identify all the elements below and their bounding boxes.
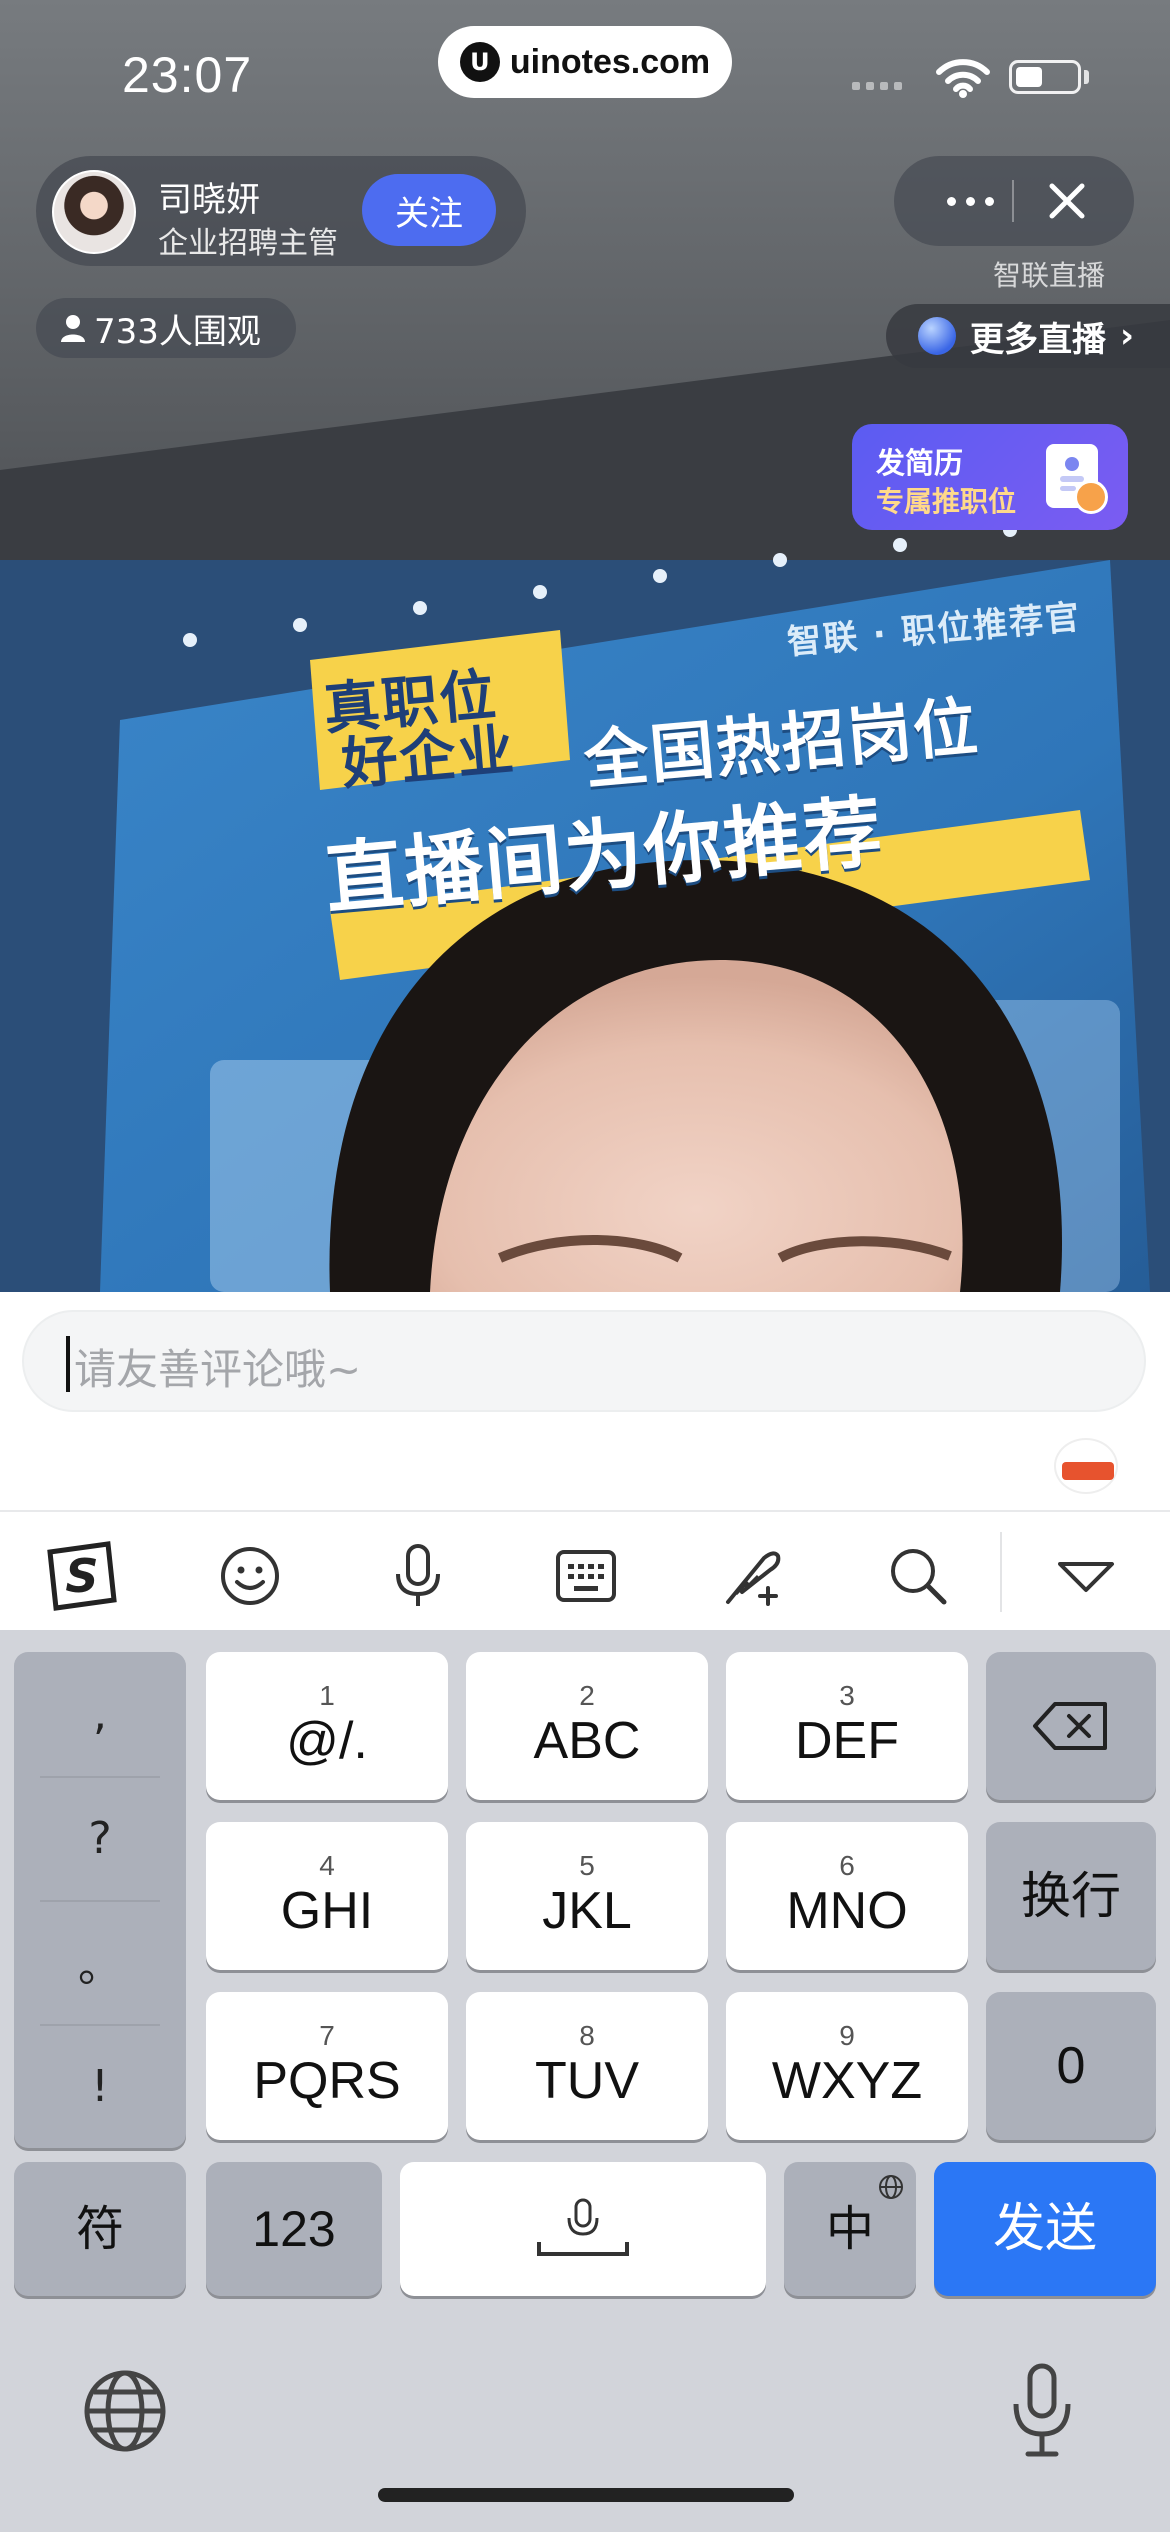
- host-name: 司晓妍: [158, 180, 260, 220]
- status-time: 23:07: [122, 47, 253, 103]
- key-number: 4: [319, 1850, 335, 1881]
- planet-icon: [918, 317, 956, 355]
- backspace-icon: [1033, 1702, 1107, 1750]
- url-pill[interactable]: U uinotes.com: [438, 26, 732, 98]
- newline-key[interactable]: 换行: [986, 1822, 1156, 1970]
- send-label: 发送: [992, 2199, 1097, 2259]
- viewer-count-badge: 733人围观: [36, 298, 296, 358]
- numbers-label: 123: [252, 2201, 336, 2257]
- key-number: 6: [839, 1850, 855, 1881]
- key-7[interactable]: 7 PQRS: [206, 1992, 448, 2140]
- punct-key-comma[interactable]: ,: [14, 1652, 186, 1776]
- more-live-label: 更多直播: [970, 319, 1106, 360]
- punctuation-column: , ? 。 !: [14, 1652, 186, 2148]
- pill-divider: [1012, 180, 1014, 222]
- site-logo-icon: U: [459, 42, 500, 82]
- wifi-icon: [936, 59, 990, 98]
- space-key[interactable]: [400, 2162, 766, 2296]
- ime-toolbar: S: [0, 1510, 1170, 1630]
- comment-input[interactable]: 请友善评论哦~: [22, 1310, 1146, 1412]
- key-label: MNO: [786, 1882, 908, 1940]
- more-live-button[interactable]: 更多直播 ›: [886, 304, 1170, 368]
- key-6[interactable]: 6 MNO: [726, 1822, 968, 1970]
- key-number: 8: [579, 2020, 595, 2051]
- top-control-pill: [894, 156, 1134, 246]
- key-number: 2: [579, 1680, 595, 1711]
- key-number: 1: [319, 1680, 335, 1711]
- comment-placeholder: 请友善评论哦~: [74, 1345, 362, 1394]
- punct-key-period[interactable]: 。: [14, 1900, 186, 2024]
- key-number: 9: [839, 2020, 855, 2051]
- collapse-keyboard-icon[interactable]: [1046, 1536, 1126, 1616]
- key-4[interactable]: 4 GHI: [206, 1822, 448, 1970]
- dictation-microphone-icon[interactable]: [1000, 2360, 1084, 2460]
- url-text: uinotes.com: [509, 42, 711, 81]
- key-0[interactable]: 0: [986, 1992, 1156, 2140]
- key-label: GHI: [280, 1882, 374, 1940]
- small-globe-icon: [879, 2175, 903, 2199]
- key-label: WXYZ: [771, 2052, 923, 2110]
- svg-text:S: S: [65, 1549, 98, 1603]
- microphone-icon[interactable]: [378, 1536, 458, 1616]
- channel-label: 智联直播: [993, 259, 1106, 292]
- host-card[interactable]: 司晓妍 企业招聘主管 关注: [36, 156, 526, 266]
- key-label: @/.: [286, 1712, 368, 1770]
- key-9[interactable]: 9 WXYZ: [726, 1992, 968, 2140]
- key-1[interactable]: 1 @/.: [206, 1652, 448, 1800]
- key-label: ABC: [533, 1712, 641, 1770]
- host-role: 企业招聘主管: [158, 226, 338, 261]
- symbol-label: 符: [75, 2201, 124, 2257]
- comment-area: 请友善评论哦~: [0, 1292, 1170, 1510]
- key-number: 5: [579, 1850, 595, 1881]
- numbers-key[interactable]: 123: [206, 2162, 382, 2296]
- send-resume-card[interactable]: 发简历 专属推职位: [852, 424, 1128, 530]
- send-button[interactable]: 发送: [934, 2162, 1156, 2296]
- battery-tip: [1084, 70, 1089, 84]
- follow-button[interactable]: 关注: [362, 174, 496, 246]
- voice-space-icon: [537, 2198, 629, 2256]
- resume-card-subtitle: 专属推职位: [876, 485, 1017, 518]
- newline-label: 换行: [1021, 1867, 1121, 1925]
- key-label: TUV: [535, 2052, 639, 2110]
- key-label: 0: [1056, 2037, 1086, 2095]
- language-key[interactable]: 中: [784, 2162, 916, 2296]
- toolbar-divider: [1000, 1532, 1002, 1612]
- banner-line2: 好企业: [339, 717, 519, 798]
- emoji-icon[interactable]: [210, 1536, 290, 1616]
- language-label: 中: [825, 2201, 874, 2257]
- key-label: JKL: [542, 1882, 632, 1940]
- search-icon[interactable]: [878, 1536, 958, 1616]
- punct-key-exclaim[interactable]: !: [14, 2024, 186, 2148]
- viewer-count-text: 733人围观: [94, 311, 261, 352]
- resume-card-title: 发简历: [876, 446, 964, 480]
- more-options-icon[interactable]: [930, 176, 1010, 226]
- text-caret: [66, 1336, 70, 1392]
- keyboard-icon[interactable]: [546, 1536, 626, 1616]
- backspace-key[interactable]: [986, 1652, 1156, 1800]
- send-arrow-icon: [1074, 480, 1108, 514]
- key-3[interactable]: 3 DEF: [726, 1652, 968, 1800]
- person-icon: [61, 315, 85, 342]
- symbol-key[interactable]: 符: [14, 2162, 186, 2296]
- key-label: PQRS: [253, 2052, 401, 2110]
- key-number: 3: [839, 1680, 855, 1711]
- key-5[interactable]: 5 JKL: [466, 1822, 708, 1970]
- punct-key-question[interactable]: ?: [14, 1776, 186, 1900]
- t9-keyboard: , ? 。 ! 1 @/. 2 ABC 3 DEF 4 GHI 5 JKL 6 …: [0, 1630, 1170, 2532]
- chevron-right-icon: ›: [1120, 316, 1135, 356]
- handwriting-icon[interactable]: [712, 1536, 792, 1616]
- key-number: 7: [319, 2020, 335, 2051]
- key-2[interactable]: 2 ABC: [466, 1652, 708, 1800]
- battery-icon: [1009, 60, 1081, 94]
- key-8[interactable]: 8 TUV: [466, 1992, 708, 2140]
- globe-icon[interactable]: [80, 2366, 170, 2456]
- home-indicator[interactable]: [378, 2488, 794, 2502]
- host-avatar[interactable]: [52, 170, 136, 254]
- key-label: DEF: [795, 1712, 899, 1770]
- cellular-signal-icon: [852, 82, 902, 90]
- sogou-logo-icon[interactable]: S: [42, 1536, 122, 1616]
- ime-mascot-icon[interactable]: [1054, 1438, 1118, 1494]
- close-icon[interactable]: [1042, 176, 1092, 226]
